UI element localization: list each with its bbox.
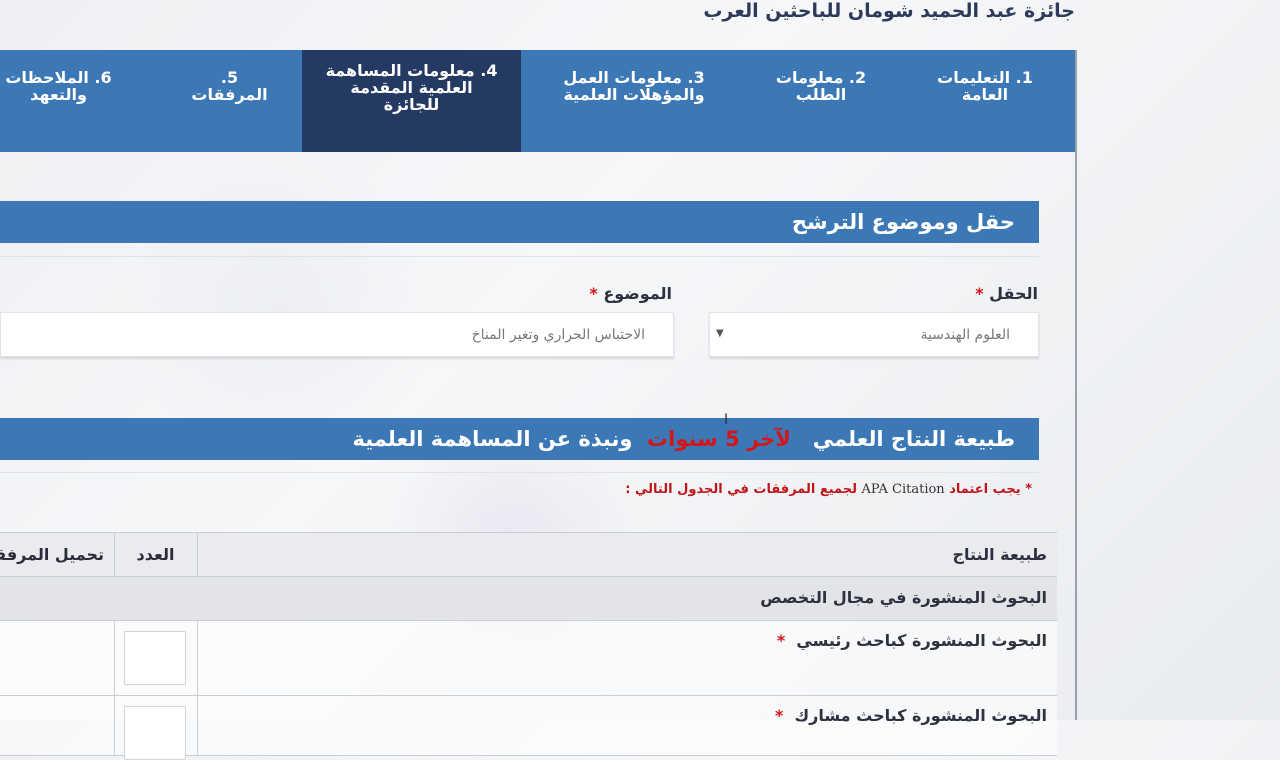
field-select-value: العلوم الهندسية <box>920 326 1010 343</box>
row-label: البحوث المنشورة كباحث رئيسي * <box>776 631 1047 650</box>
divider <box>0 256 1039 257</box>
table-row: البحوث المنشورة كباحث مشارك * <box>0 696 1057 760</box>
tab-work-qualifications[interactable]: 3. معلومات العمل والمؤهلات العلمية <box>521 50 747 152</box>
divider <box>0 472 1039 473</box>
section-title: حقل وموضوع الترشح <box>791 210 1015 234</box>
field-select[interactable]: العلوم الهندسية ▼ <box>709 312 1039 357</box>
required-marker: * <box>975 284 984 303</box>
wizard-tabs: 1. التعليمات العامة 2. معلومات الطلب 3. مع… <box>0 50 1075 152</box>
apa-note: * يجب اعتماد APA Citation لجميع المرفقات… <box>625 482 1032 497</box>
table-group-row: البحوث المنشورة في مجال التخصص <box>0 577 1057 621</box>
section-title: طبيعة النتاج العلمي لآخر 5 سنوات ونبذة ع… <box>352 427 1015 451</box>
count-input[interactable] <box>124 706 186 760</box>
text-cursor-icon: I <box>724 412 729 428</box>
column-header-count: العدد <box>136 545 175 564</box>
table-row: البحوث المنشورة كباحث رئيسي * <box>0 621 1057 696</box>
topic-input[interactable]: الاحتباس الحراري وتغير المناخ <box>0 312 674 357</box>
required-marker: * <box>589 284 598 303</box>
topic-label: الموضوع * <box>589 284 672 303</box>
table-header-row: طبيعة النتاج العدد تحميل المرفقات <box>0 532 1057 577</box>
page-title: جائزة عبد الحميد شومان للباحثين العرب <box>703 0 1075 22</box>
row-label: البحوث المنشورة كباحث مشارك * <box>775 706 1047 725</box>
column-header-nature: طبيعة النتاج <box>952 545 1047 564</box>
column-header-upload: تحميل المرفقات <box>0 545 104 564</box>
tab-general-instructions[interactable]: 1. التعليمات العامة <box>895 50 1075 152</box>
tab-notes-pledge[interactable]: 6. الملاحظات والتعهد <box>0 50 157 152</box>
tab-application-info[interactable]: 2. معلومات الطلب <box>747 50 895 152</box>
group-label: البحوث المنشورة في مجال التخصص <box>760 588 1047 607</box>
section-header-field-topic: حقل وموضوع الترشح <box>0 201 1039 243</box>
count-input[interactable] <box>124 631 186 685</box>
topic-input-value: الاحتباس الحراري وتغير المناخ <box>471 326 645 343</box>
field-label: الحقل * <box>975 284 1038 303</box>
section-header-output-nature: طبيعة النتاج العلمي لآخر 5 سنوات ونبذة ع… <box>0 418 1039 460</box>
tab-attachments[interactable]: 5. المرفقات <box>157 50 302 152</box>
chevron-down-icon: ▼ <box>716 328 724 339</box>
content-border <box>1075 50 1077 720</box>
tab-scientific-contribution[interactable]: 4. معلومات المساهمة العلمية المقدمة للجائز… <box>302 50 521 152</box>
